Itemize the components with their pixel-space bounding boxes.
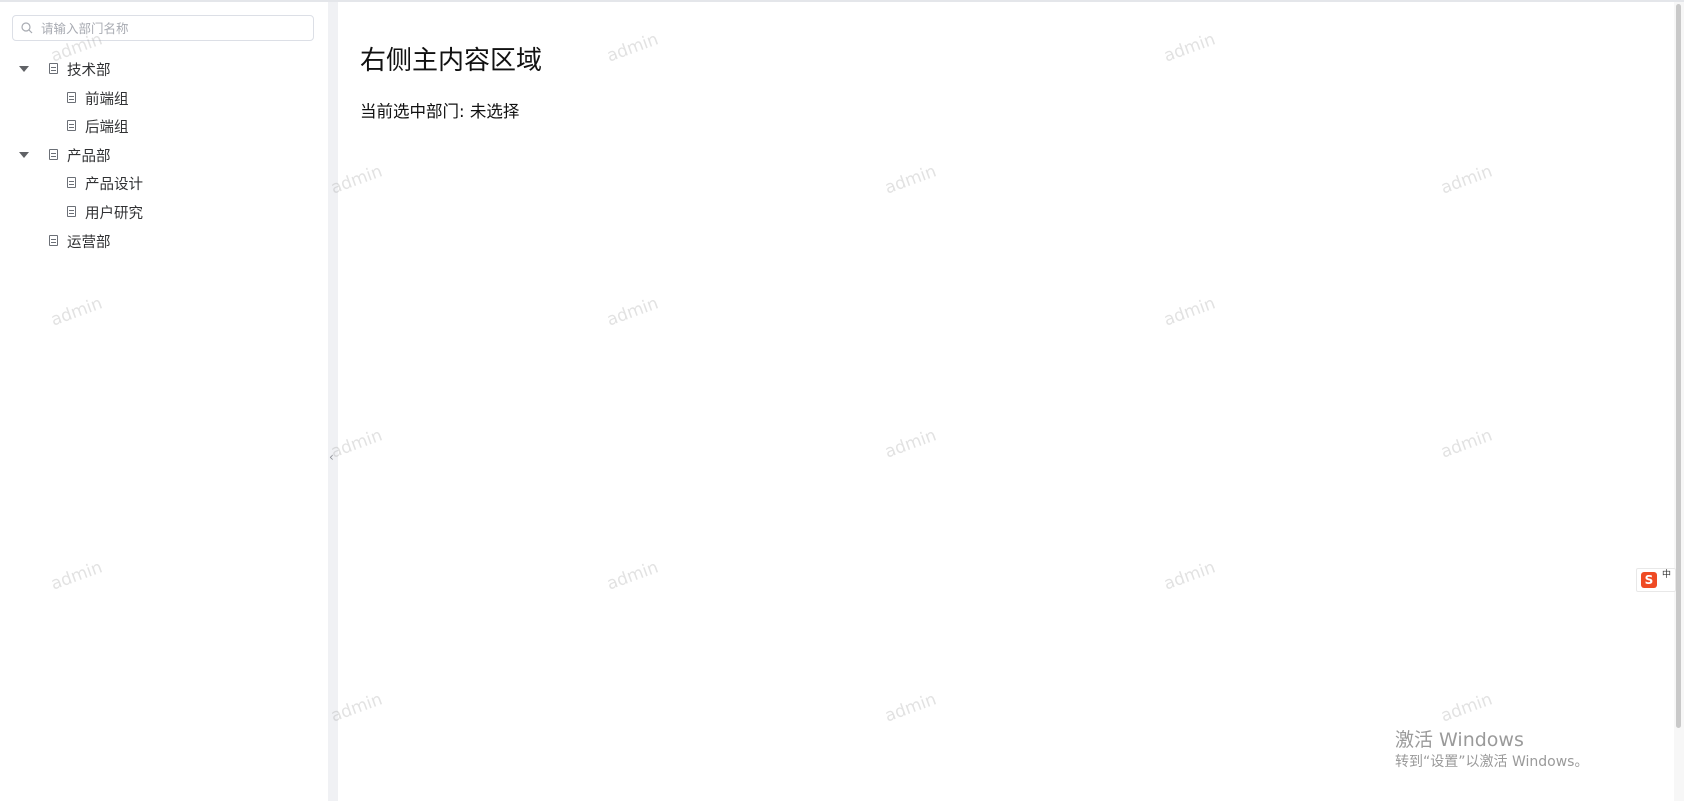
- main-content: 右侧主内容区域 当前选中部门: 未选择: [338, 2, 1674, 801]
- page-title: 右侧主内容区域: [360, 46, 543, 76]
- document-icon: [67, 177, 76, 189]
- tree-node-label: 后端组: [85, 120, 129, 137]
- ime-toolbar[interactable]: S 中: [1636, 568, 1676, 592]
- document-icon: [67, 91, 76, 103]
- tree-node-label: 技术部: [67, 63, 111, 79]
- collapse-arrow-icon[interactable]: ‹: [329, 450, 334, 464]
- ime-mode-indicator[interactable]: 中: [1662, 571, 1671, 580]
- pane-splitter[interactable]: [328, 2, 338, 801]
- selected-department-value: 未选择: [469, 102, 520, 121]
- tree-node-user-research[interactable]: 用户研究: [0, 198, 328, 227]
- search-icon: [21, 22, 33, 34]
- scrollbar-thumb[interactable]: [1676, 4, 1681, 728]
- document-icon: [67, 120, 76, 132]
- tree-node-label: 运营部: [67, 234, 111, 251]
- tree-node-operations-department[interactable]: 运营部: [0, 227, 328, 256]
- document-icon: [49, 148, 58, 160]
- tree-node-label: 用户研究: [85, 205, 143, 222]
- selected-department-label: 当前选中部门:: [360, 102, 465, 121]
- sogou-ime-icon[interactable]: S: [1641, 572, 1657, 588]
- search-box[interactable]: [12, 15, 314, 41]
- caret-down-icon[interactable]: [19, 66, 29, 72]
- tree-node-tech-department[interactable]: 技术部: [0, 55, 328, 84]
- tree-node-label: 产品部: [67, 148, 111, 165]
- tree-node-frontend-group[interactable]: 前端组: [0, 84, 328, 113]
- tree-node-product-design[interactable]: 产品设计: [0, 169, 328, 198]
- tree-node-label: 产品设计: [85, 177, 143, 194]
- tree-node-label: 前端组: [85, 91, 129, 108]
- app-window: 技术部 前端组 后端组 产品部 产品设计 用户研究: [0, 0, 1684, 801]
- caret-down-icon[interactable]: [19, 151, 29, 158]
- sidebar: 技术部 前端组 后端组 产品部 产品设计 用户研究: [0, 2, 328, 801]
- department-tree: 技术部 前端组 后端组 产品部 产品设计 用户研究 运营部: [0, 55, 328, 255]
- document-icon: [49, 63, 58, 74]
- search-input[interactable]: [41, 18, 307, 38]
- tree-node-product-department[interactable]: 产品部: [0, 141, 328, 170]
- document-icon: [49, 234, 58, 246]
- selected-department-row: 当前选中部门: 未选择: [360, 98, 519, 122]
- tree-node-backend-group[interactable]: 后端组: [0, 112, 328, 141]
- document-icon: [67, 205, 76, 217]
